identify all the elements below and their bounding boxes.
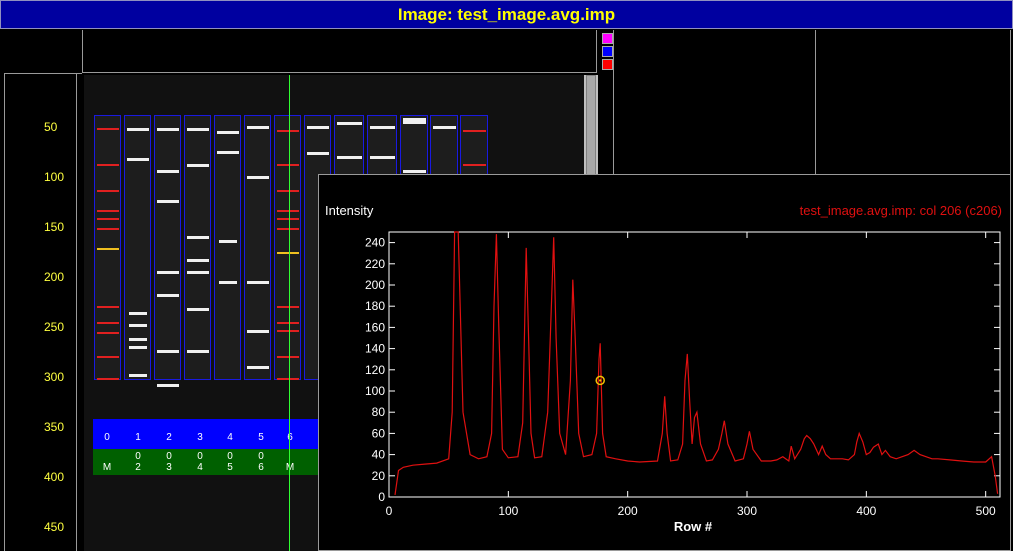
lane-number[interactable]: 3 — [193, 432, 207, 443]
y-tick-label: 240 — [365, 236, 385, 250]
row-label: 250 — [44, 320, 65, 334]
plot-subtitle: test_image.avg.imp: col 206 (c206) — [800, 203, 1002, 218]
plot-y-axis-label: Intensity — [325, 203, 374, 218]
lane-box[interactable] — [274, 115, 301, 380]
column-cursor-line[interactable] — [289, 75, 290, 551]
lane-id-top: 0 — [197, 451, 203, 462]
blue-swatch[interactable] — [602, 46, 613, 57]
y-tick-label: 180 — [365, 299, 385, 313]
frame-divider — [82, 72, 597, 73]
y-tick-label: 100 — [365, 384, 385, 398]
lane-id-bottom: 6 — [258, 462, 264, 473]
lane-box[interactable] — [154, 115, 181, 387]
plot-x-axis-label: Row # — [674, 519, 713, 534]
row-label: 350 — [44, 420, 65, 434]
frame-divider — [82, 30, 83, 73]
y-tick-label: 140 — [365, 342, 385, 356]
lane-box[interactable] — [184, 115, 211, 380]
x-tick-label: 100 — [498, 504, 518, 518]
lane-id-top: 0 — [227, 451, 233, 462]
intensity-plot: Intensity test_image.avg.imp: col 206 (c… — [325, 203, 1002, 534]
lane-number[interactable]: 1 — [131, 432, 145, 443]
red-swatch[interactable] — [602, 59, 613, 70]
x-tick-label: 300 — [737, 504, 757, 518]
plot-frame — [388, 231, 1001, 498]
lane-id-bottom: 5 — [227, 462, 233, 473]
lane-number[interactable]: 4 — [223, 432, 237, 443]
x-tick-label: 200 — [618, 504, 638, 518]
window-title-bar[interactable]: Image: test_image.avg.imp — [0, 0, 1013, 29]
lane-id-top: 0 — [135, 451, 141, 462]
row-label: 450 — [44, 520, 65, 534]
frame-divider — [76, 73, 77, 551]
y-tick-label: 0 — [378, 490, 385, 504]
y-tick-label: 40 — [372, 448, 386, 462]
row-label: 200 — [44, 270, 65, 284]
lane-number[interactable]: 5 — [254, 432, 268, 443]
window-title: Image: test_image.avg.imp — [397, 5, 616, 24]
x-tick-label: 400 — [856, 504, 876, 518]
intensity-plot-window[interactable]: Intensity test_image.avg.imp: col 206 (c… — [318, 174, 1011, 551]
lane-box[interactable] — [124, 115, 151, 380]
row-label: 300 — [44, 370, 65, 384]
row-label: 150 — [44, 220, 65, 234]
y-tick-label: 60 — [372, 426, 386, 440]
lane-id-bottom: 3 — [166, 462, 172, 473]
row-label: 100 — [44, 170, 65, 184]
magenta-swatch[interactable] — [602, 33, 613, 44]
lane-id-bottom: M — [102, 462, 112, 473]
lane-id-bottom: 2 — [135, 462, 141, 473]
row-label: 400 — [44, 470, 65, 484]
lane-number[interactable]: 0 — [100, 432, 114, 443]
intensity-trace — [394, 231, 999, 495]
frame-divider — [596, 30, 597, 73]
marker-dot — [599, 379, 602, 382]
frame-divider — [1010, 30, 1011, 175]
lane-number[interactable]: 2 — [162, 432, 176, 443]
lane-number[interactable]: 6 — [283, 432, 297, 443]
lane-box[interactable] — [244, 115, 271, 380]
lane-id-bottom: 4 — [197, 462, 203, 473]
lane-id-top: 0 — [258, 451, 264, 462]
y-tick-label: 20 — [372, 469, 386, 483]
y-tick-label: 200 — [365, 278, 385, 292]
y-tick-label: 80 — [372, 405, 386, 419]
lane-id-bottom: M — [285, 462, 295, 473]
frame-divider — [815, 30, 816, 175]
x-tick-label: 0 — [386, 504, 393, 518]
row-label: 50 — [44, 120, 58, 134]
lane-box[interactable] — [214, 115, 241, 380]
y-tick-label: 220 — [365, 257, 385, 271]
lane-id-top: 0 — [166, 451, 172, 462]
y-tick-label: 160 — [365, 320, 385, 334]
y-tick-label: 120 — [365, 363, 385, 377]
peak-marker[interactable] — [595, 375, 605, 386]
row-ruler: 50 100 150 200 250 300 350 400 450 — [0, 74, 76, 551]
lane-box[interactable] — [94, 115, 121, 380]
x-tick-label: 500 — [976, 504, 996, 518]
